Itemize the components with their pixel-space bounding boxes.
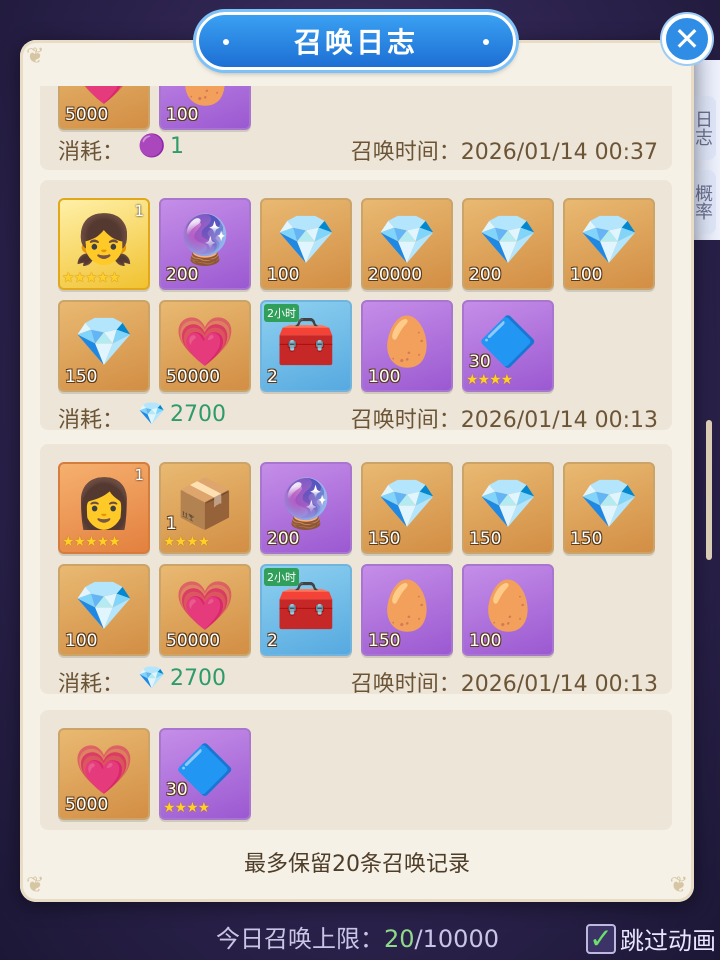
reward-item[interactable]: 💎 100	[58, 564, 150, 656]
item-quantity: 200	[469, 265, 502, 285]
item-quantity: 150	[368, 631, 401, 651]
reward-item[interactable]: 🥚 150	[361, 564, 453, 656]
item-quantity: 30	[469, 352, 491, 372]
page-title: 召唤日志	[293, 26, 418, 59]
record-meta: 消耗： 💎 2700 召唤时间：2026/01/14 00:13	[58, 662, 658, 697]
daily-max: /10000	[414, 925, 499, 953]
reward-item[interactable]: 💎 100	[260, 198, 352, 290]
reward-item[interactable]: 💗5000	[58, 86, 150, 130]
item-quantity: 2	[267, 367, 278, 387]
summon-time: 召唤时间：2026/01/14 00:13	[350, 408, 658, 433]
cost-label: 消耗：	[58, 140, 125, 165]
duration-tag: 2小时	[264, 568, 299, 586]
close-button[interactable]: ✕	[662, 14, 712, 64]
cost-value: 1	[170, 134, 184, 159]
title-banner: 召唤日志	[196, 12, 516, 70]
level-number: 1	[134, 466, 144, 484]
reward-item[interactable]: 📦 1 ★★★★	[159, 462, 251, 554]
reward-item[interactable]: 💎 200	[462, 198, 554, 290]
summon-record: 💗5000🥚100 消耗： 🟣1 召唤时间：2026/01/14 00:37	[40, 86, 672, 170]
cost-label: 消耗：	[58, 672, 125, 697]
reward-item[interactable]: 🧰 2小时 2	[260, 300, 352, 392]
reward-item[interactable]: 💎 150	[58, 300, 150, 392]
reward-item[interactable]: 🥚100	[462, 564, 554, 656]
item-quantity: 5000	[65, 795, 109, 815]
reward-item[interactable]: 🔷 30 ★★★★	[159, 728, 251, 820]
item-quantity: 50000	[166, 631, 221, 651]
star-rating: ★★★★★	[62, 534, 121, 550]
item-quantity: 5000	[65, 105, 109, 125]
item-quantity: 50000	[166, 367, 221, 387]
crystal-gem-icon: 💎	[138, 666, 166, 691]
daily-limit-label: 今日召唤上限：	[216, 925, 384, 953]
reward-item[interactable]: 💗 50000	[159, 300, 251, 392]
reward-item[interactable]: 💎 150	[462, 462, 554, 554]
item-quantity: 30	[166, 780, 188, 800]
checkbox[interactable]: ✓	[586, 923, 616, 954]
bottom-bar: 今日召唤上限：20/10000 ✓ 跳过动画	[0, 896, 720, 960]
skip-animation-toggle[interactable]: ✓ 跳过动画	[586, 921, 716, 956]
item-quantity: 100	[368, 367, 401, 387]
reward-item[interactable]: 🥚100	[361, 300, 453, 392]
record-meta: 消耗： 🟣 1 召唤时间：2026/01/14 00:37	[58, 130, 658, 165]
item-quantity: 100	[570, 265, 603, 285]
reward-item[interactable]: 🔷 30 ★★★★	[462, 300, 554, 392]
summon-record: 👧 1 ★★★★★ 🔮 200 💎 100 💎 20000 💎 200 💎 100 💎 150 💗 50000 🧰…	[40, 180, 672, 433]
star-rating: ★★★★	[466, 372, 513, 388]
item-quantity: 150	[65, 367, 98, 387]
reward-item[interactable]: 🧰 2小时 2	[260, 564, 352, 656]
star-rating: ★★★★	[163, 534, 210, 550]
reward-item[interactable]: 💎 150	[361, 462, 453, 554]
star-rating: ★★★★★	[62, 270, 121, 286]
scrollbar[interactable]	[706, 420, 712, 560]
item-quantity: 100	[65, 631, 98, 651]
close-icon: ✕	[673, 20, 701, 58]
daily-limit: 今日召唤上限：20/10000	[216, 919, 499, 954]
skip-animation-label: 跳过动画	[620, 927, 716, 955]
item-quantity: 100	[267, 265, 300, 285]
summon-record: 👩 1 ★★★★★ 📦 1 ★★★★ 🔮 200 💎 150 💎 150 💎 150 💎 100 💗 50000 🧰…	[40, 444, 672, 697]
item-quantity: 1	[166, 514, 177, 534]
corner-ornament-icon: ❦	[26, 44, 45, 69]
item-quantity: 100	[469, 631, 502, 651]
reward-item[interactable]: 💎 20000	[361, 198, 453, 290]
star-rating: ★★★★	[163, 800, 210, 816]
reward-item[interactable]: 🥚100	[159, 86, 251, 130]
item-quantity: 100	[166, 105, 199, 125]
purple-orb-icon: 🟣	[138, 134, 166, 159]
reward-item[interactable]: 💗 50000	[159, 564, 251, 656]
reward-item[interactable]: 🔮 200	[260, 462, 352, 554]
item-quantity: 200	[166, 265, 199, 285]
duration-tag: 2小时	[264, 304, 299, 322]
retention-note: 最多保留20条召唤记录	[244, 852, 470, 877]
reward-item[interactable]: 💗5000	[58, 728, 150, 820]
level-number: 1	[134, 202, 144, 220]
item-quantity: 150	[570, 529, 603, 549]
item-quantity: 200	[267, 529, 300, 549]
summon-time: 召唤时间：2026/01/14 00:37	[350, 140, 658, 165]
reward-item[interactable]: 💎 100	[563, 198, 655, 290]
cost-value: 2700	[170, 402, 226, 427]
reward-item[interactable]: 🔮 200	[159, 198, 251, 290]
item-quantity: 2	[267, 631, 278, 651]
cost-value: 2700	[170, 666, 226, 691]
banner-dot-icon	[223, 39, 229, 45]
banner-dot-icon	[483, 39, 489, 45]
daily-count: 20	[384, 925, 415, 953]
cost-label: 消耗：	[58, 408, 125, 433]
record-meta: 消耗： 💎 2700 召唤时间：2026/01/14 00:13	[58, 398, 658, 433]
crystal-gem-icon: 💎	[138, 402, 166, 427]
summon-time: 召唤时间：2026/01/14 00:13	[350, 672, 658, 697]
reward-item[interactable]: 👧 1 ★★★★★	[58, 198, 150, 290]
item-quantity: 150	[469, 529, 502, 549]
reward-item[interactable]: 💎 150	[563, 462, 655, 554]
summon-record: 💗 5000 🔷 30 ★★★★	[40, 710, 672, 830]
item-quantity: 20000	[368, 265, 423, 285]
record-list[interactable]: 💗5000🥚100消耗：🟣1召唤时间：2026/01/14 00:37👧1★★★…	[40, 86, 672, 830]
item-quantity: 150	[368, 529, 401, 549]
reward-item[interactable]: 👩 1 ★★★★★	[58, 462, 150, 554]
